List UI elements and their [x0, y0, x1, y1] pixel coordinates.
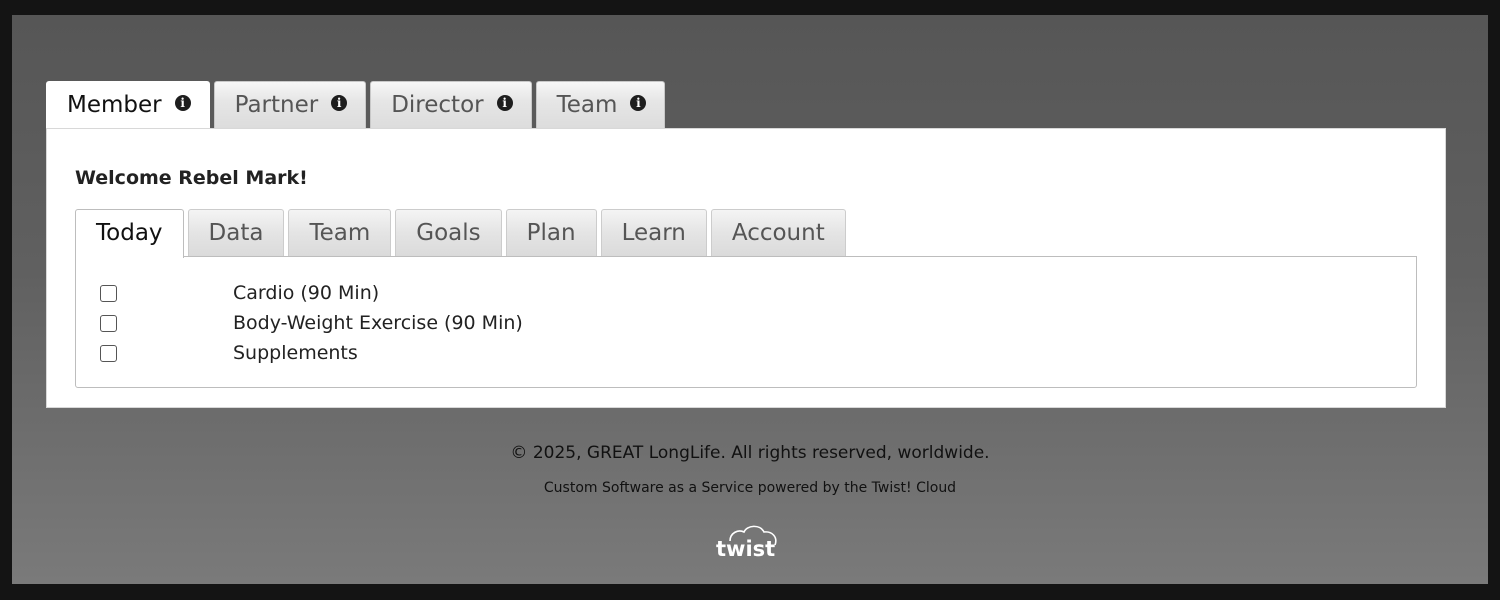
tab-team[interactable]: Team i: [535, 81, 666, 129]
tab-account[interactable]: Account: [710, 209, 846, 257]
info-icon[interactable]: i: [331, 95, 348, 111]
tab-label: Partner: [234, 92, 319, 118]
task-row: Body-Weight Exercise (90 Min): [100, 311, 523, 335]
copyright-text: © 2025, GREAT LongLife. All rights reser…: [510, 443, 990, 463]
task-checkbox[interactable]: [100, 344, 117, 362]
welcome-heading: Welcome Rebel Mark!: [75, 167, 308, 189]
tab-member[interactable]: Member i: [46, 81, 210, 130]
task-label: Body-Weight Exercise (90 Min): [233, 312, 523, 334]
powered-by-text: Custom Software as a Service powered by …: [543, 480, 957, 496]
logo-text: twist: [716, 537, 775, 561]
tab-label: Director: [391, 92, 484, 118]
task-checkbox[interactable]: [100, 284, 117, 302]
today-panel: Cardio (90 Min) Body-Weight Exercise (90…: [75, 256, 1417, 388]
info-icon[interactable]: i: [174, 95, 191, 111]
task-label: Supplements: [233, 342, 358, 364]
tab-today[interactable]: Today: [75, 209, 184, 258]
page-background: Member i Partner i Director i Team i Wel…: [12, 15, 1488, 584]
task-row: Supplements: [100, 341, 358, 365]
tab-plan[interactable]: Plan: [505, 209, 597, 257]
info-icon[interactable]: i: [630, 95, 647, 111]
tab-partner[interactable]: Partner i: [213, 81, 367, 129]
tab-label: Team: [556, 92, 618, 118]
tab-label: Member: [67, 92, 162, 118]
tab-team-sub[interactable]: Team: [288, 209, 392, 257]
tab-director[interactable]: Director i: [370, 81, 532, 129]
task-label: Cardio (90 Min): [233, 282, 380, 304]
task-checkbox[interactable]: [100, 314, 117, 332]
task-row: Cardio (90 Min): [100, 281, 379, 305]
tab-goals[interactable]: Goals: [395, 209, 502, 257]
sub-tabs: Today Data Team Goals Plan Learn Account: [75, 209, 850, 258]
tab-data[interactable]: Data: [187, 209, 285, 257]
tab-learn[interactable]: Learn: [600, 209, 707, 257]
cloud-logo-icon[interactable]: twist: [712, 521, 782, 561]
info-icon[interactable]: i: [496, 95, 513, 111]
member-panel: Welcome Rebel Mark! Today Data Team Goal…: [46, 128, 1446, 408]
role-tabs: Member i Partner i Director i Team i: [46, 81, 669, 130]
